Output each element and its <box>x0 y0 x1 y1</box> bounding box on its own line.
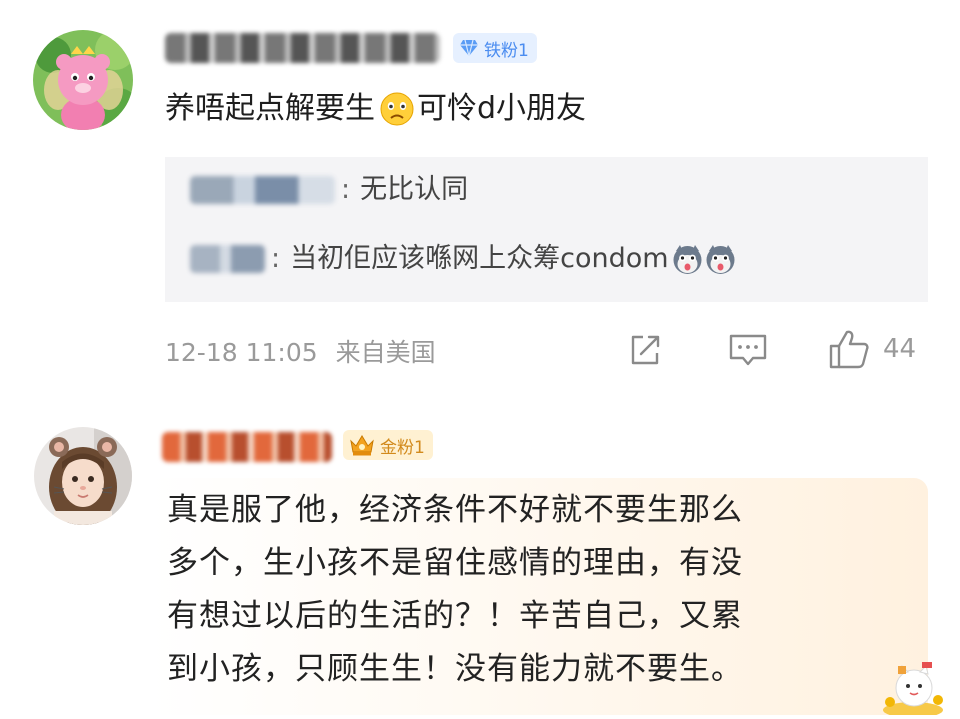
badge-label: 铁粉1 <box>484 40 529 61</box>
comment-icon <box>729 334 767 366</box>
thumb-up-icon <box>829 330 869 369</box>
username-obscured[interactable] <box>165 33 440 63</box>
like-count: 44 <box>883 334 917 364</box>
timestamp: 12-18 11:05 <box>165 338 318 367</box>
reply-item[interactable]: : 无比认同 <box>190 170 468 210</box>
share-icon <box>631 335 660 365</box>
comment-text-part2: 可怜d小朋友 <box>417 91 587 126</box>
reply-username-obscured[interactable] <box>190 245 265 273</box>
diamond-icon <box>460 39 478 57</box>
share-button[interactable] <box>625 330 665 370</box>
reply-text: 当初佢应该喺网上众筹condom <box>290 243 669 274</box>
username-obscured[interactable] <box>162 432 332 462</box>
sad-face-emoji-icon <box>380 92 414 126</box>
sticker-image <box>883 662 943 718</box>
comment-text-part1: 养唔起点解要生 <box>165 91 375 126</box>
badge-label: 金粉1 <box>380 437 425 458</box>
comment-text-line: 到小孩，只顾生生！没有能力就不要生。 <box>167 651 743 687</box>
reply-username-obscured[interactable] <box>190 176 335 204</box>
comment-text-line: 多个，生小孩不是留住感情的理由，有没 <box>167 545 743 581</box>
location: 来自美国 <box>335 338 436 367</box>
husky-emoji-icon <box>673 244 702 274</box>
replies-box[interactable]: : 无比认同 : 当初佢应该喺网上众筹condom <box>165 157 928 302</box>
husky-emoji-icon <box>706 244 735 274</box>
avatar-image <box>34 427 132 525</box>
lucky-cat-sticker-icon <box>878 660 948 718</box>
crown-icon <box>350 435 374 456</box>
fan-badge[interactable]: 铁粉1 <box>453 33 537 63</box>
comment-text: 真是服了他，经济条件不好就不要生那么 多个，生小孩不是留住感情的理由，有没 有想… <box>167 484 907 696</box>
reply-item[interactable]: : 当初佢应该喺网上众筹condom <box>190 239 737 279</box>
comment-meta: 12-18 11:05 来自美国 <box>165 333 436 369</box>
comment-text-line: 有想过以后的生活的？！辛苦自己，又累 <box>167 598 743 634</box>
avatar-image <box>33 30 133 130</box>
like-button[interactable]: 44 <box>827 326 916 372</box>
user-avatar[interactable] <box>33 30 133 130</box>
fan-badge[interactable]: 金粉1 <box>343 430 433 460</box>
comment-text: 养唔起点解要生 可怜d小朋友 <box>165 89 586 129</box>
user-avatar[interactable] <box>34 427 132 525</box>
reply-text: 无比认同 <box>360 174 469 205</box>
reply-button[interactable] <box>727 330 769 370</box>
comment-text-line: 真是服了他，经济条件不好就不要生那么 <box>167 492 743 528</box>
comment-1: 铁粉1 养唔起点解要生 可怜d小朋友 : 无比认同 : 当初佢应该喺网上众筹co… <box>0 0 960 400</box>
